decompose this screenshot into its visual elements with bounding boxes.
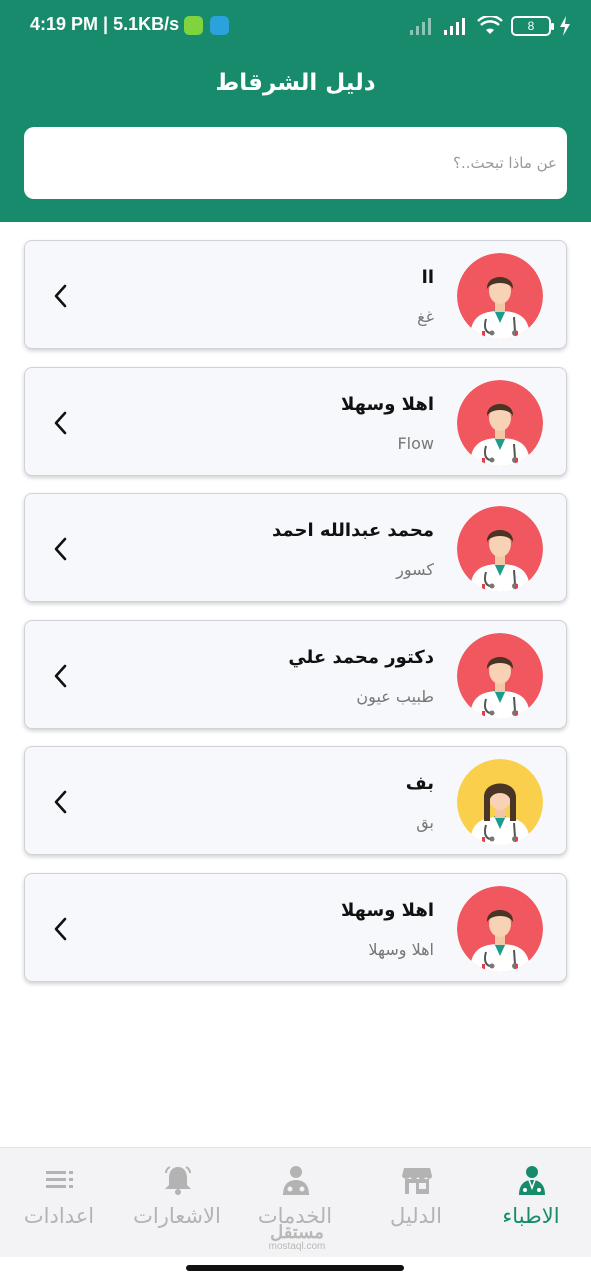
nav-label: الدليل xyxy=(390,1204,442,1228)
doctor-list: ll غغ اهلا وسهلا Flow محمد عبدالله احمد كسور د… xyxy=(24,240,567,999)
chevron-left-icon[interactable] xyxy=(51,536,71,562)
doctor-specialty: كسور xyxy=(396,560,434,579)
store-icon xyxy=(402,1168,432,1194)
telegram-icon xyxy=(210,16,229,35)
doctor-card[interactable]: بف بق xyxy=(24,746,567,855)
doctor-name: بف xyxy=(405,773,434,794)
chevron-left-icon[interactable] xyxy=(51,916,71,942)
male-doctor-icon xyxy=(457,632,543,719)
status-bar: 4:19 PM | 5.1KB/s 8 xyxy=(0,0,591,52)
nav-label: اعدادات xyxy=(23,1204,95,1228)
services-icon xyxy=(283,1166,309,1195)
doctor-specialty: طبيب عيون xyxy=(356,686,434,706)
watermark: مستقل mostaql.com xyxy=(258,1222,336,1256)
nav-item-store[interactable]: الدليل xyxy=(357,1148,475,1258)
female-doctor-icon xyxy=(457,759,543,845)
status-time: 4:19 PM | 5.1KB/s xyxy=(30,14,180,34)
chevron-left-icon[interactable] xyxy=(51,663,71,689)
doctor-name: اهلا وسهلا xyxy=(340,899,434,921)
male-doctor-icon xyxy=(457,379,543,466)
doctor-name: محمد عبدالله احمد xyxy=(272,520,434,541)
search-input[interactable] xyxy=(24,127,567,199)
nav-item-bell[interactable]: الاشعارات xyxy=(118,1148,236,1258)
male-doctor-icon xyxy=(457,506,543,592)
watermark-en: mostaql.com xyxy=(268,1241,326,1252)
signal-icon xyxy=(444,18,465,35)
menu-icon xyxy=(46,1171,73,1188)
wifi-icon xyxy=(477,16,503,34)
charging-icon xyxy=(560,16,570,36)
doctor-name: ll xyxy=(421,267,434,288)
doctor-specialty: Flow xyxy=(397,433,434,453)
doctor-card[interactable]: ll غغ xyxy=(24,240,567,349)
doctor-card[interactable]: اهلا وسهلا اهلا وسهلا xyxy=(24,872,567,982)
doctor-card[interactable]: دكتور محمد علي طبيب عيون xyxy=(24,619,567,729)
page-title: دليل الشرقاط xyxy=(215,70,376,96)
nav-item-menu[interactable]: اعدادات xyxy=(0,1148,118,1258)
doctor-name: اهلا وسهلا xyxy=(340,393,434,415)
nav-label: الاطباء xyxy=(502,1204,560,1228)
doctor-icon xyxy=(519,1166,545,1195)
chevron-left-icon[interactable] xyxy=(51,283,71,309)
chevron-left-icon[interactable] xyxy=(51,410,71,436)
gesture-bar[interactable] xyxy=(186,1265,404,1271)
doctor-specialty: بق xyxy=(416,813,434,832)
doctor-card[interactable]: محمد عبدالله احمد كسور xyxy=(24,493,567,602)
nav-item-doctor[interactable]: الاطباء xyxy=(472,1148,590,1258)
battery-icon: 8 xyxy=(511,16,554,36)
male-doctor-icon xyxy=(457,885,543,972)
nav-label: الاشعارات xyxy=(133,1204,221,1228)
doctor-specialty: غغ xyxy=(417,307,434,326)
bell-icon xyxy=(165,1166,191,1195)
watermark-ar: مستقل xyxy=(270,1222,324,1242)
app-notification-icon xyxy=(184,16,203,35)
signal-icon xyxy=(410,18,431,35)
doctor-name: دكتور محمد علي xyxy=(288,646,434,668)
doctor-specialty: اهلا وسهلا xyxy=(368,939,434,959)
male-doctor-icon xyxy=(457,253,543,339)
chevron-left-icon[interactable] xyxy=(51,789,71,815)
app-header: 4:19 PM | 5.1KB/s 8 دليل الشرقاط xyxy=(0,0,591,222)
doctor-card[interactable]: اهلا وسهلا Flow xyxy=(24,366,567,476)
